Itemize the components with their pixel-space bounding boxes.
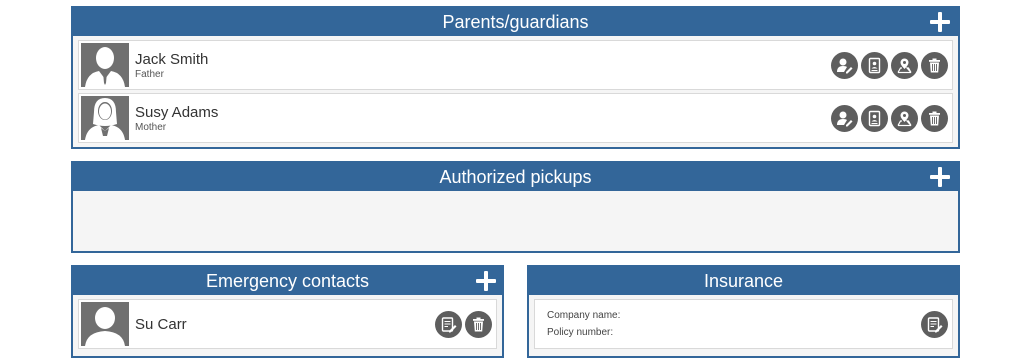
parent-row: Jack Smith Father xyxy=(78,40,953,90)
parent-relation: Father xyxy=(135,69,164,80)
parent-actions xyxy=(831,105,948,133)
location-icon[interactable] xyxy=(891,52,918,79)
parent-name: Susy Adams xyxy=(135,104,219,121)
pickups-title: Authorized pickups xyxy=(439,167,592,187)
insurance-title: Insurance xyxy=(703,271,784,291)
user-edit-icon[interactable] xyxy=(831,52,858,79)
male-avatar-icon xyxy=(81,43,129,87)
edit-note-icon[interactable] xyxy=(921,311,948,338)
emergency-contact-actions xyxy=(435,311,492,339)
female-avatar-icon xyxy=(81,96,129,140)
parents-header: Parents/guardians xyxy=(73,8,958,36)
trash-icon[interactable] xyxy=(921,52,948,79)
trash-icon[interactable] xyxy=(465,311,492,338)
edit-note-icon[interactable] xyxy=(435,311,462,338)
insurance-details: Company name: Policy number: xyxy=(534,299,953,349)
parents-title: Parents/guardians xyxy=(442,12,589,32)
user-edit-icon[interactable] xyxy=(831,105,858,132)
add-pickup-button[interactable] xyxy=(928,165,952,189)
add-parent-button[interactable] xyxy=(928,10,952,34)
policy-number-label: Policy number: xyxy=(547,327,614,338)
contact-card-icon[interactable] xyxy=(861,105,888,132)
emergency-body: Su Carr xyxy=(73,295,502,356)
emergency-panel: Emergency contacts Su Carr xyxy=(71,265,504,358)
emergency-header: Emergency contacts xyxy=(73,267,502,295)
parents-panel: Parents/guardians Jack Smith Father Susy… xyxy=(71,6,960,149)
parent-relation: Mother xyxy=(135,122,167,133)
company-name-label: Company name: xyxy=(547,310,621,321)
insurance-header: Insurance xyxy=(529,267,958,295)
emergency-contact-row: Su Carr xyxy=(78,299,497,349)
insurance-body: Company name: Policy number: xyxy=(529,295,958,356)
insurance-panel: Insurance Company name: Policy number: xyxy=(527,265,960,358)
contact-card-icon[interactable] xyxy=(861,52,888,79)
emergency-title: Emergency contacts xyxy=(205,271,370,291)
insurance-actions xyxy=(921,311,948,339)
emergency-contact-name: Su Carr xyxy=(135,316,187,333)
generic-avatar-icon xyxy=(81,302,129,346)
pickups-header: Authorized pickups xyxy=(73,163,958,191)
add-emergency-contact-button[interactable] xyxy=(474,269,498,293)
parent-row: Susy Adams Mother xyxy=(78,93,953,143)
trash-icon[interactable] xyxy=(921,105,948,132)
parents-body: Jack Smith Father Susy Adams Mother xyxy=(73,36,958,147)
parent-actions xyxy=(831,52,948,80)
pickups-body xyxy=(73,191,958,251)
parent-name: Jack Smith xyxy=(135,51,209,68)
location-icon[interactable] xyxy=(891,105,918,132)
pickups-panel: Authorized pickups xyxy=(71,161,960,253)
